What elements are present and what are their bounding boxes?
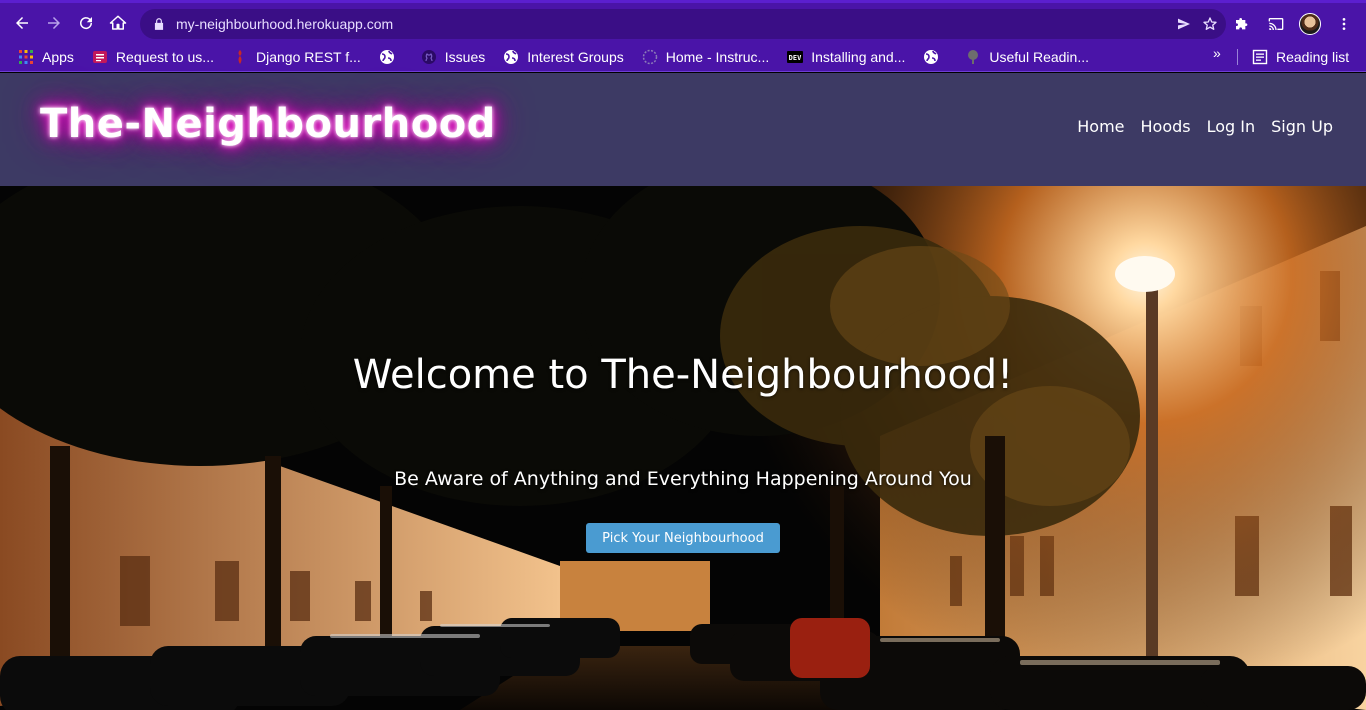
address-bar[interactable]: my-neighbourhood.herokuapp.com [140,9,1226,39]
cast-icon [1268,18,1284,30]
bookmark-apps[interactable]: Apps [12,45,80,69]
tree-icon [965,49,981,65]
globe-icon [923,49,939,65]
browser-actions [1230,10,1356,38]
reload-icon [80,16,93,29]
reading-list-button[interactable]: Reading list [1246,45,1355,69]
bookmark-globe-1[interactable] [373,45,409,69]
site-header: The-Neighbourhood Home Hoods Log In Sign… [0,73,1366,186]
extensions-button[interactable] [1230,12,1254,36]
avatar [1299,13,1321,35]
hero-section: Welcome to The-Neighbourhood! Be Aware o… [0,186,1366,710]
django-icon [232,49,248,65]
bookmark-useful-reading[interactable]: Useful Readin... [959,45,1095,69]
bookmarks-divider [1237,49,1238,65]
pick-neighbourhood-button[interactable]: Pick Your Neighbourhood [586,523,780,553]
url-text[interactable]: my-neighbourhood.herokuapp.com [176,16,1176,32]
site-logo[interactable]: The-Neighbourhood [40,101,496,147]
nav-login-link[interactable]: Log In [1207,117,1256,136]
moodle-icon [642,49,658,65]
dev-icon: DEV [787,49,804,65]
bookmark-home-instruc[interactable]: Home - Instruc... [636,45,775,69]
github-icon [421,49,437,65]
home-icon [109,15,127,30]
bookmark-request[interactable]: Request to us... [86,45,220,69]
arrow-left-icon [16,16,28,29]
cast-button[interactable] [1264,12,1288,36]
hero-title: Welcome to The-Neighbourhood! [352,352,1014,398]
reading-list-icon [1252,49,1268,65]
star-icon[interactable] [1202,16,1218,32]
bookmark-interest-groups[interactable]: Interest Groups [497,45,630,69]
reading-list-label: Reading list [1276,49,1350,65]
globe-icon [379,49,395,65]
puzzle-icon [1236,18,1248,30]
lock-icon [154,18,164,30]
profile-button[interactable] [1298,12,1322,36]
send-tab-icon[interactable] [1176,16,1192,32]
kebab-menu-icon [1342,18,1346,30]
site-nav: Home Hoods Log In Sign Up [1077,117,1333,136]
bookmark-django-rest[interactable]: Django REST f... [226,45,367,69]
hero-subtitle: Be Aware of Anything and Everything Happ… [394,468,972,490]
bookmark-label: Interest Groups [527,48,624,65]
svg-text:DEV: DEV [789,54,802,62]
bookmark-issues[interactable]: Issues [415,45,491,69]
bookmark-label: Useful Readin... [989,48,1089,65]
reload-button[interactable] [72,9,100,37]
hero-background-image [0,186,1366,710]
bookmark-label: Request to us... [115,48,214,65]
bookmarks-bar: Apps Request to us... Django REST f... I… [0,42,1366,72]
list-icon [92,49,108,65]
nav-signup-link[interactable]: Sign Up [1271,117,1333,136]
bookmark-label: Apps [42,48,74,65]
nav-hoods-link[interactable]: Hoods [1141,117,1191,136]
bookmark-globe-2[interactable] [917,45,953,69]
browser-toolbar: my-neighbourhood.herokuapp.com [0,0,1366,42]
home-button[interactable] [104,9,132,37]
apps-grid-icon [18,49,34,65]
bookmark-label: Django REST f... [255,48,361,65]
globe-icon [503,49,519,65]
forward-button[interactable] [40,9,68,37]
bookmark-label: Issues [444,48,486,65]
nav-home-link[interactable]: Home [1077,117,1124,136]
back-button[interactable] [8,9,36,37]
more-bookmarks-button[interactable]: » [1213,45,1221,61]
bookmark-label: Installing and... [811,48,906,65]
menu-button[interactable] [1332,12,1356,36]
arrow-right-icon [48,16,60,29]
bookmark-label: Home - Instruc... [665,48,770,65]
bookmark-installing[interactable]: DEV Installing and... [781,45,911,69]
